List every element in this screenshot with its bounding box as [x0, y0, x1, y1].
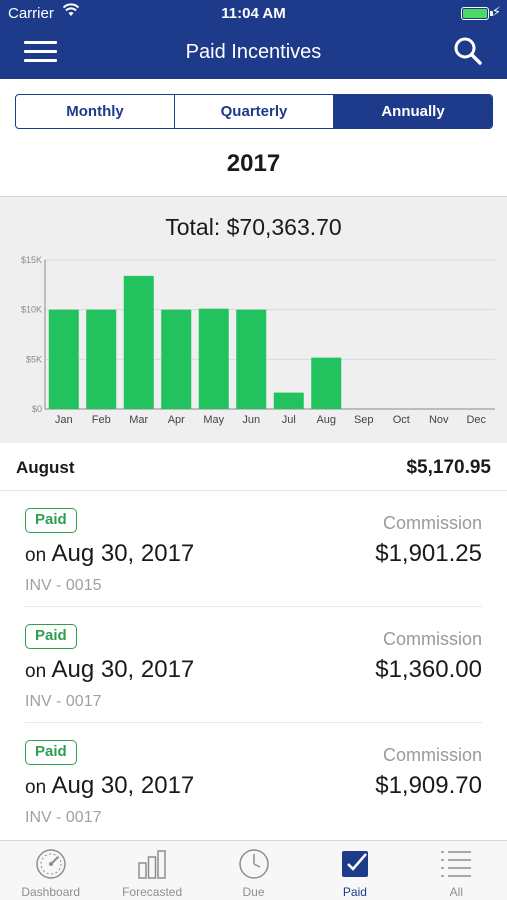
bar-may: [198, 308, 229, 409]
x-tick-label: Dec: [466, 414, 486, 426]
tab-forecasted[interactable]: Forecasted: [101, 841, 202, 900]
x-tick-label: Jan: [55, 414, 73, 426]
month-summary-row[interactable]: August $5,170.95: [0, 443, 507, 491]
bar-jun: [236, 309, 267, 409]
bar-mar: [123, 275, 154, 409]
y-tick-label: $15K: [21, 255, 42, 265]
y-tick-label: $5K: [26, 354, 42, 364]
invoice-number: INV - 0015: [25, 577, 102, 594]
tab-quarterly[interactable]: Quarterly: [174, 95, 333, 128]
tab-due[interactable]: Due: [203, 841, 304, 900]
payment-amount: $1,360.00: [375, 656, 482, 683]
bar-aug: [311, 357, 342, 409]
tab-all[interactable]: All: [406, 841, 507, 900]
tab-label: Due: [242, 885, 265, 899]
x-tick-label: May: [203, 414, 224, 426]
payment-type: Commission: [382, 513, 482, 533]
x-tick-label: Jul: [282, 414, 296, 426]
x-tick-label: Feb: [92, 414, 111, 426]
page-title: Paid Incentives: [185, 41, 322, 63]
date-value: Aug 30, 2017: [51, 656, 195, 683]
y-tick-label: $0: [32, 404, 42, 414]
payment-date: on Aug 30, 2017: [25, 656, 194, 684]
x-tick-label: Oct: [393, 414, 410, 426]
paid-badge: Paid: [25, 624, 77, 649]
date-prefix: on: [25, 777, 47, 798]
x-tick-label: Jun: [242, 414, 260, 426]
list-icon: [441, 851, 472, 877]
bar-chart-icon: [138, 850, 166, 879]
bar-jan: [48, 309, 79, 409]
clock-icon: [238, 849, 269, 879]
invoice-number: INV - 0017: [25, 693, 102, 710]
payment-type: Commission: [382, 745, 482, 765]
battery-icon: [461, 7, 493, 20]
payment-item[interactable]: Paid on Aug 30, 2017 INV - 0017 Commissi…: [0, 723, 507, 839]
tab-label: Dashboard: [21, 885, 81, 899]
x-tick-label: Sep: [354, 414, 374, 426]
payment-item[interactable]: Paid on Aug 30, 2017 INV - 0017 Commissi…: [0, 607, 507, 723]
bottom-tab-bar: Dashboard Forecasted Due Paid All: [0, 840, 507, 900]
status-bar: Carrier 11:04 AM ⚡: [0, 0, 507, 28]
tab-label: All: [449, 885, 463, 899]
payment-amount: $1,909.70: [375, 772, 482, 799]
payment-date: on Aug 30, 2017: [25, 540, 194, 568]
search-icon[interactable]: [453, 36, 483, 66]
bar-apr: [161, 309, 192, 409]
x-tick-label: Mar: [129, 414, 148, 426]
bar-feb: [86, 309, 117, 409]
y-tick-label: $10K: [21, 305, 42, 315]
tab-dashboard[interactable]: Dashboard: [0, 841, 101, 900]
payment-type: Commission: [382, 629, 482, 649]
tab-annually[interactable]: Annually: [333, 95, 492, 128]
payment-amount: $1,901.25: [375, 540, 482, 567]
date-value: Aug 30, 2017: [51, 540, 195, 567]
charging-icon: ⚡: [491, 4, 501, 19]
tab-label: Paid: [342, 885, 367, 899]
date-prefix: on: [25, 545, 47, 566]
tab-paid[interactable]: Paid: [304, 841, 405, 900]
period-segmented-control: Monthly Quarterly Annually: [15, 94, 493, 129]
selected-month-name: August: [16, 458, 75, 477]
payment-item[interactable]: Paid on Aug 30, 2017 INV - 0015 Commissi…: [0, 491, 507, 607]
chart-panel: Total: $70,363.70 $0 $5K $10K $15K Jan Feb Mar…: [0, 196, 507, 443]
paid-badge: Paid: [25, 508, 77, 533]
status-time: 11:04 AM: [221, 5, 286, 22]
bar-chart: $0 $5K $10K $15K Jan Feb Mar Apr May Jun Jul Aug Sep…: [21, 255, 495, 426]
paid-badge: Paid: [25, 740, 77, 765]
tab-monthly[interactable]: Monthly: [16, 95, 174, 128]
checkbox-icon: [341, 851, 368, 877]
date-prefix: on: [25, 661, 47, 682]
x-tick-label: Apr: [168, 414, 185, 426]
x-tick-label: Nov: [429, 414, 449, 426]
date-value: Aug 30, 2017: [51, 772, 195, 799]
payment-date: on Aug 30, 2017: [25, 772, 194, 800]
selected-month-amount: $5,170.95: [406, 457, 491, 478]
nav-bar: Paid Incentives: [0, 28, 507, 79]
top-bar: Carrier 11:04 AM ⚡ Paid Incentives: [0, 0, 507, 79]
bar-jul: [273, 392, 304, 409]
invoice-number: INV - 0017: [25, 809, 102, 826]
year-label: 2017: [226, 150, 281, 177]
speedometer-icon: [35, 849, 66, 879]
x-tick-label: Aug: [316, 414, 336, 426]
tab-label: Forecasted: [122, 885, 183, 899]
